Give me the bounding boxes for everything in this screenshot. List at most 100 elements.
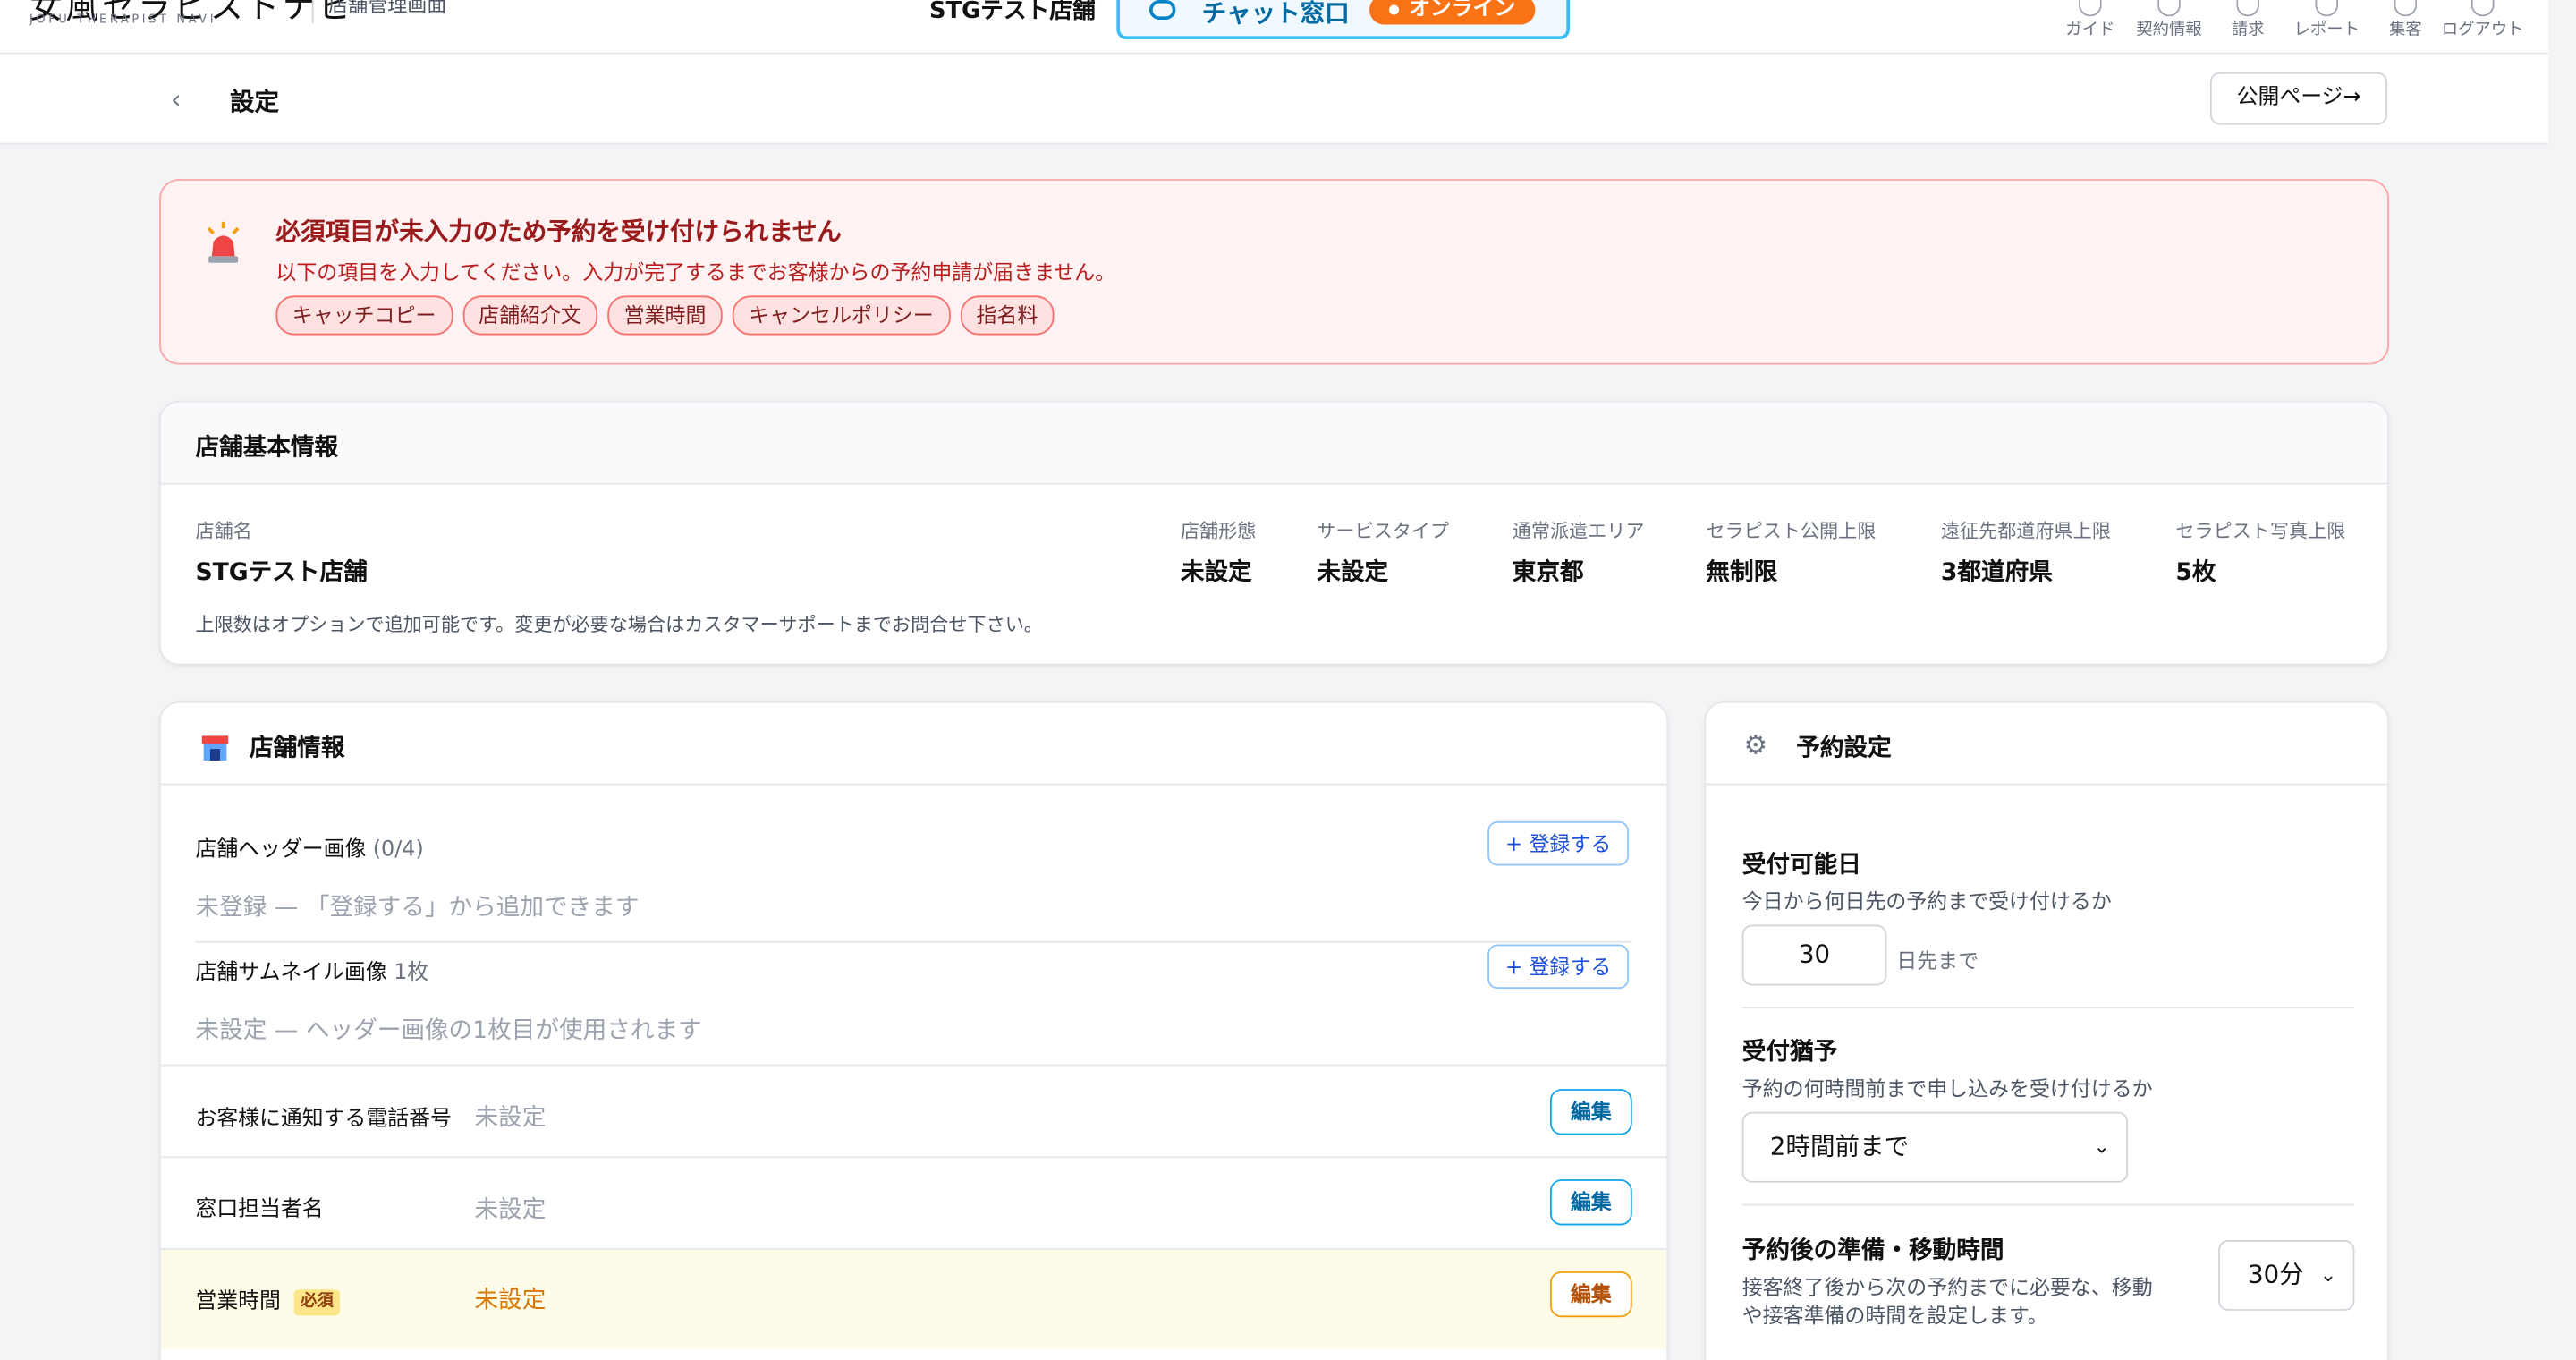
chip-store-intro[interactable]: 店舗紹介文 <box>462 295 598 336</box>
header-image-label-text: 店舗ヘッダー画像 <box>195 837 367 863</box>
chevron-down-icon: ⌄ <box>2319 1262 2337 1287</box>
chat-bubble-icon <box>1149 0 1176 21</box>
chip-cancel-policy[interactable]: キャンセルポリシー <box>732 295 951 336</box>
chip-nomination-fee[interactable]: 指名料 <box>960 295 1055 336</box>
grace-title: 受付猶予 <box>1741 1040 1838 1067</box>
limit-note: 上限数はオプションで追加可能です。変更が必要な場合はカスタマーサポートまでお問合… <box>195 612 1043 636</box>
chip-business-hours[interactable]: 営業時間 <box>607 295 723 336</box>
basic-info-header: 店舗基本情報 <box>160 402 2388 485</box>
nav-contract-label: 契約情報 <box>2136 21 2202 40</box>
header-image-empty: 未登録 — 「登録する」から追加できます <box>195 895 640 922</box>
business-hours-value: 未設定 <box>474 1288 547 1314</box>
photo-limit-label: セラピスト写真上限 <box>2175 519 2346 542</box>
header-store-name: STGテスト店舗 <box>929 0 1096 25</box>
business-hours-label-text: 営業時間 <box>195 1289 281 1314</box>
public-page-button[interactable]: 公開ページ→ <box>2209 72 2388 125</box>
nav-logout-label: ログアウト <box>2441 21 2524 40</box>
thumbnail-count: 1枚 <box>394 960 429 986</box>
chip-catchcopy[interactable]: キャッチコピー <box>275 295 453 336</box>
prep-time-select[interactable]: 30分 ⌄ <box>2218 1239 2355 1311</box>
therapist-limit-label: セラピスト公開上限 <box>1706 519 1877 542</box>
status-dot-icon <box>1389 4 1400 14</box>
dispatch-area-label: 通常派遣エリア <box>1512 519 1645 542</box>
nav-marketing[interactable]: 集客 <box>2381 0 2430 39</box>
missing-fields-chips: キャッチコピー 店舗紹介文 営業時間 キャンセルポリシー 指名料 <box>275 295 1055 336</box>
alert-title: 必須項目が未入力のため予約を受け付けられません <box>275 217 842 247</box>
divider <box>160 1156 1667 1159</box>
store-type-value: 未設定 <box>1180 559 1252 587</box>
store-name-value: STGテスト店舗 <box>195 559 368 587</box>
required-fields-alert: 必須項目が未入力のため予約を受け付けられません 以下の項目を入力してください。入… <box>159 179 2390 365</box>
logo-divider <box>311 0 314 23</box>
basic-info-card: 店舗基本情報 店舗名 STGテスト店舗 店舗形態 未設定 サービスタイプ 未設定… <box>159 400 2390 666</box>
header-image-count: (0/4) <box>372 837 424 863</box>
acceptable-days-input[interactable]: 30 <box>1741 924 1887 986</box>
online-label: オンライン <box>1409 0 1516 21</box>
store-icon <box>201 735 229 761</box>
prep-time-title: 予約後の準備・移動時間 <box>1741 1238 2004 1265</box>
nav-report[interactable]: レポート <box>2289 0 2364 39</box>
store-info-header: 店舗情報 <box>160 702 1667 786</box>
store-type-label: 店舗形態 <box>1180 519 1257 542</box>
nav-report-label: レポート <box>2293 21 2360 40</box>
logo-subtitle: JOFU THERAPIST NAVI <box>30 13 217 27</box>
acceptable-days-title: 受付可能日 <box>1741 852 1861 880</box>
header-image-label: 店舗ヘッダー画像 (0/4) <box>195 831 423 863</box>
business-hours-edit-button[interactable]: 編集 <box>1549 1271 1632 1318</box>
nav-guide-label: ガイド <box>2065 21 2115 40</box>
reservation-settings-header: ⚙ 予約設定 <box>1706 702 2388 786</box>
phone-edit-button[interactable]: 編集 <box>1549 1089 1632 1135</box>
grace-select[interactable]: 2時間前まで ⌄ <box>1741 1111 2129 1183</box>
prefecture-limit-value: 3都道府県 <box>1940 559 2053 587</box>
nav-guide[interactable]: ガイド <box>2063 0 2118 39</box>
header-image-register-button[interactable]: + 登録する <box>1487 820 1630 866</box>
required-badge: 必須 <box>293 1288 341 1315</box>
nav-marketing-label: 集客 <box>2389 21 2422 40</box>
alert-description: 以下の項目を入力してください。入力が完了するまでお客様からの予約申請が届きません… <box>275 259 1116 285</box>
reservation-settings-card: ⚙ 予約設定 受付可能日 今日から何日先の予約まで受け付けるか 30 日先まで … <box>1704 701 2390 1360</box>
prep-time-select-value: 30分 <box>2248 1260 2304 1290</box>
dispatch-area-value: 東京都 <box>1512 559 1584 587</box>
divider <box>1741 1007 2355 1009</box>
thumbnail-register-button[interactable]: + 登録する <box>1487 944 1630 990</box>
store-info-title: 店舗情報 <box>250 735 345 762</box>
basic-info-title: 店舗基本情報 <box>195 435 339 462</box>
divider <box>160 1064 1667 1067</box>
page-title: 設定 <box>230 87 280 117</box>
thumbnail-label: 店舗サムネイル画像 1枚 <box>195 955 428 986</box>
grace-select-value: 2時間前まで <box>1769 1131 1910 1161</box>
service-type-value: 未設定 <box>1317 559 1389 587</box>
reservation-settings-title: 予約設定 <box>1796 735 1892 762</box>
sub-header: ‹ 設定 公開ページ→ <box>0 54 2549 145</box>
photo-limit-value: 5枚 <box>2175 559 2216 587</box>
business-hours-label: 営業時間 必須 <box>195 1283 341 1315</box>
nav-contract[interactable]: 契約情報 <box>2131 0 2207 39</box>
nav-billing[interactable]: 請求 <box>2224 0 2273 39</box>
gear-icon: ⚙ <box>1743 729 1767 761</box>
thumbnail-label-text: 店舗サムネイル画像 <box>195 960 387 986</box>
chat-label: チャット窓口 <box>1201 0 1350 29</box>
prefecture-limit-label: 遠征先都道府県上限 <box>1940 519 2111 542</box>
chat-window-button[interactable]: チャット窓口 オンライン <box>1116 0 1570 40</box>
thumbnail-empty: 未設定 — ヘッダー画像の1枚目が使用されます <box>195 1018 702 1045</box>
acceptable-days-suffix: 日先まで <box>1896 948 1979 973</box>
prep-time-desc-1: 接客終了後から次の予約までに必要な、移動 <box>1741 1274 2153 1300</box>
acceptable-days-desc: 今日から何日先の予約まで受け付けるか <box>1741 888 2112 914</box>
store-info-card: 店舗情報 店舗ヘッダー画像 (0/4) + 登録する 未登録 — 「登録する」から… <box>159 701 1669 1360</box>
phone-label: お客様に通知する電話番号 <box>195 1107 452 1132</box>
nav-logout[interactable]: ログアウト <box>2440 0 2525 39</box>
top-bar: 女風セラピストナビ JOFU THERAPIST NAVI 店舗管理画面 STG… <box>0 0 2549 55</box>
contact-person-edit-button[interactable]: 編集 <box>1549 1179 1632 1226</box>
contact-person-value: 未設定 <box>474 1197 547 1224</box>
chevron-down-icon: ⌄ <box>2093 1135 2110 1159</box>
business-hours-row: 営業時間 必須 未設定 編集 <box>160 1248 1667 1349</box>
grace-desc: 予約の何時間前まで申し込みを受け付けるか <box>1741 1075 2153 1101</box>
online-status-badge: オンライン <box>1369 0 1536 25</box>
admin-label: 店舗管理画面 <box>328 0 447 17</box>
phone-value: 未設定 <box>474 1105 547 1132</box>
contact-person-label: 窓口担当者名 <box>195 1197 324 1222</box>
back-chevron-icon[interactable]: ‹ <box>171 84 182 115</box>
alarm-light-icon <box>207 221 240 263</box>
therapist-limit-value: 無制限 <box>1706 559 1778 587</box>
divider <box>1741 1203 2355 1206</box>
